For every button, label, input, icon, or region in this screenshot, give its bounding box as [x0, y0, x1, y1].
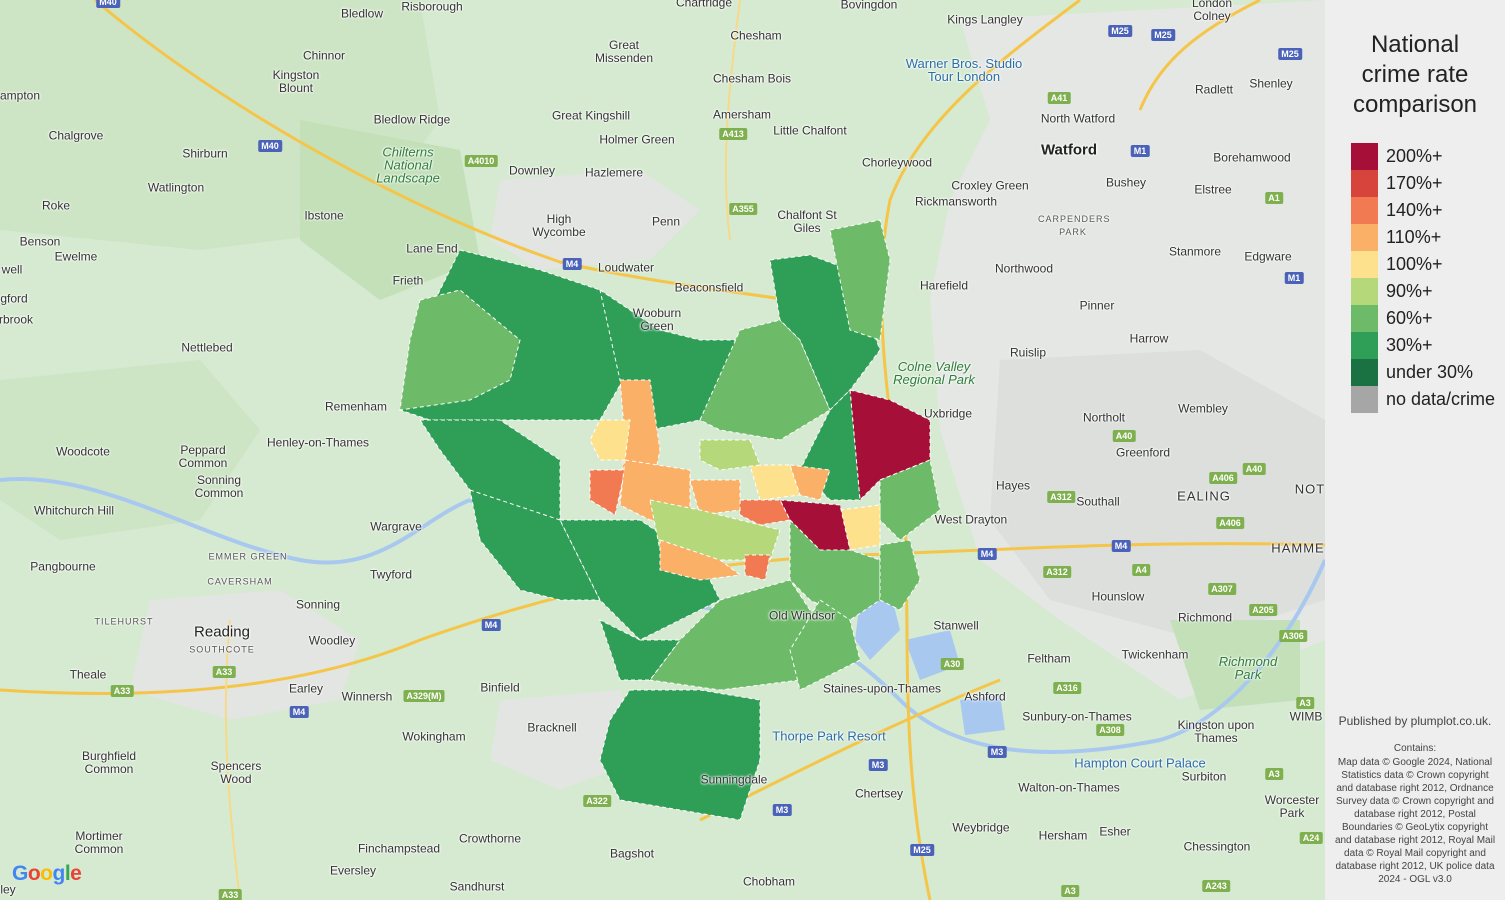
road-shield: A322: [583, 795, 611, 807]
legend-swatch: [1351, 170, 1378, 197]
road-shield: M4: [289, 706, 309, 718]
road-shield: A316: [1053, 682, 1081, 694]
published-credit: Published by plumplot.co.uk.: [1338, 714, 1492, 728]
road-shield: A308: [1096, 724, 1124, 736]
road-shield: M40: [258, 140, 282, 152]
area-ascot-sunninghill: [599, 689, 761, 821]
road-shield: A4010: [464, 155, 498, 167]
road-shield: M1: [1284, 272, 1304, 284]
legend-title-line: comparison: [1352, 91, 1478, 118]
road-shield: M4: [977, 548, 997, 560]
legend-item: 30%+: [1351, 332, 1495, 359]
road-shield: A307: [1208, 583, 1236, 595]
google-logo-letter: o: [40, 862, 53, 885]
road-shield: M1: [1130, 145, 1150, 157]
road-shield: A312: [1043, 566, 1071, 578]
road-shield: A406: [1216, 517, 1244, 529]
road-shield: M4: [1111, 540, 1131, 552]
google-logo-letter: G: [12, 862, 28, 885]
legend-swatch: [1351, 224, 1378, 251]
road-shield: M25: [1278, 48, 1302, 60]
map-canvas[interactable]: Bledlow Risborough Chinnor Kingston Blou…: [0, 0, 1325, 900]
road-shield: A243: [1202, 880, 1230, 892]
legend-title: National crime rate comparison: [1325, 30, 1505, 120]
legend-item: under 30%: [1351, 359, 1495, 386]
road-shield: A312: [1047, 491, 1075, 503]
google-logo: Google: [12, 862, 82, 886]
legend-label: 140%+: [1386, 200, 1443, 220]
legend-item: 100%+: [1351, 251, 1495, 278]
legend-label: 30%+: [1386, 335, 1433, 355]
google-logo-letter: e: [70, 862, 82, 885]
road-shield: M4: [481, 619, 501, 631]
legend-swatch: [1351, 278, 1378, 305]
legend-swatch: [1351, 251, 1378, 278]
legend-label: 60%+: [1386, 308, 1433, 328]
road-shield: A30: [940, 658, 964, 670]
legend-item: 90%+: [1351, 278, 1495, 305]
legend-label: 170%+: [1386, 173, 1443, 193]
road-shield: A40: [1112, 430, 1136, 442]
road-shield: A33: [218, 889, 242, 900]
legend-label: 110%+: [1386, 227, 1442, 247]
legend-item: 110%+: [1351, 224, 1495, 251]
map-svg: [0, 0, 1325, 900]
legend-swatch: [1351, 359, 1378, 386]
reservoir-queen-mary: [960, 695, 1005, 735]
legend-item: 60%+: [1351, 305, 1495, 332]
legend-items: 200%+ 170%+ 140%+ 110%+ 100%+ 90%+ 60%+ 30%+ und…: [1351, 143, 1495, 413]
legend-swatch: [1351, 143, 1378, 170]
road-shield: A4: [1132, 564, 1150, 576]
road-shield: A33: [212, 666, 236, 678]
road-shield: M25: [910, 844, 934, 856]
road-shield: A406: [1209, 472, 1237, 484]
legend-panel: National crime rate comparison 200%+ 170%…: [1325, 0, 1505, 900]
attribution-text: Map data © Google 2024, National Statist…: [1334, 757, 1496, 885]
road-shield: A3: [1265, 768, 1283, 780]
legend-label: 90%+: [1386, 281, 1433, 301]
road-shield: A24: [1299, 832, 1323, 844]
road-shield: M3: [868, 759, 888, 771]
legend-swatch: [1351, 305, 1378, 332]
legend-label: under 30%: [1386, 362, 1474, 382]
road-shield: A40: [1242, 463, 1266, 475]
road-shield: A413: [719, 128, 747, 140]
legend-title-line: crime rate: [1361, 61, 1469, 88]
legend-label: no data/crime: [1386, 389, 1496, 409]
road-shield: M4: [562, 258, 582, 270]
legend-item: 170%+: [1351, 170, 1495, 197]
legend-swatch: [1351, 386, 1378, 413]
road-shield: A1: [1265, 192, 1283, 204]
road-shield: M40: [96, 0, 120, 8]
road-shield: M25: [1151, 29, 1175, 41]
legend-swatch: [1351, 332, 1378, 359]
legend-title-line: National: [1370, 31, 1460, 58]
road-shield: A205: [1249, 604, 1277, 616]
road-shield: A33: [110, 685, 134, 697]
google-logo-letter: g: [52, 862, 66, 885]
road-shield: M25: [1108, 25, 1132, 37]
google-logo-letter: o: [27, 862, 41, 885]
legend-swatch: [1351, 197, 1378, 224]
road-shield: A41: [1047, 92, 1071, 104]
road-shield: M3: [987, 746, 1007, 758]
road-shield: A306: [1279, 630, 1307, 642]
legend-item: 200%+: [1351, 143, 1495, 170]
road-shield: M3: [772, 804, 792, 816]
road-shield: A355: [729, 203, 757, 215]
legend-item: no data/crime: [1351, 386, 1495, 413]
road-shield: A3: [1061, 885, 1079, 897]
road-shield: A3: [1296, 697, 1314, 709]
attribution-heading: Contains:: [1393, 743, 1437, 754]
legend-item: 140%+: [1351, 197, 1495, 224]
road-shield: A329(M): [403, 690, 445, 702]
legend-label: 100%+: [1386, 254, 1443, 274]
legend-label: 200%+: [1386, 146, 1443, 166]
